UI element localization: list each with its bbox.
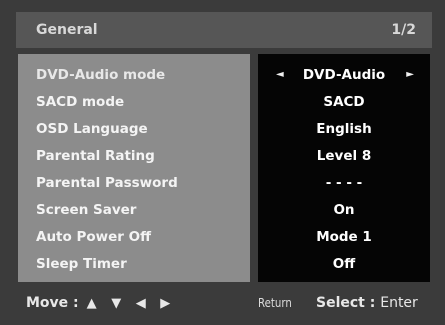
setting-value-auto-power-off[interactable]: Mode 1 xyxy=(258,223,430,250)
move-label: Move : xyxy=(26,295,79,311)
menu-header: General 1/2 xyxy=(16,12,432,48)
setting-label-sacd-mode[interactable]: SACD mode xyxy=(18,88,250,115)
select-label: Select : xyxy=(316,295,376,311)
select-hint: Select : Enter xyxy=(316,295,418,311)
left-arrow-icon[interactable]: ◄ xyxy=(276,69,284,80)
setting-value-screen-saver[interactable]: On xyxy=(258,196,430,223)
menu-title: General xyxy=(36,22,98,38)
settings-labels-panel: DVD-Audio mode SACD mode OSD Language Pa… xyxy=(18,54,250,282)
page-indicator: 1/2 xyxy=(391,22,416,38)
setting-value-osd-language[interactable]: English xyxy=(258,115,430,142)
setting-value-sleep-timer[interactable]: Off xyxy=(258,250,430,277)
left-arrow-icon: ◀ xyxy=(135,295,146,311)
setting-label-sleep-timer[interactable]: Sleep Timer xyxy=(18,250,250,277)
settings-screen: General 1/2 DVD-Audio mode SACD mode OSD… xyxy=(0,0,445,325)
footer-help-bar: Move : ▲ ▼ ◀ ▶ Return Select : Enter xyxy=(0,288,445,318)
setting-value-parental-rating[interactable]: Level 8 xyxy=(258,142,430,169)
move-hint: Move : ▲ ▼ ◀ ▶ xyxy=(26,295,180,311)
enter-label: Enter xyxy=(380,295,418,311)
nav-arrows: ▲ ▼ ◀ ▶ xyxy=(87,296,181,311)
settings-values-panel: ◄ DVD-Audio ► SACD English Level 8 - - -… xyxy=(258,54,430,282)
setting-label-parental-rating[interactable]: Parental Rating xyxy=(18,142,250,169)
setting-label-auto-power-off[interactable]: Auto Power Off xyxy=(18,223,250,250)
return-hint: Return xyxy=(258,296,292,310)
setting-label-screen-saver[interactable]: Screen Saver xyxy=(18,196,250,223)
setting-label-dvd-audio-mode[interactable]: DVD-Audio mode xyxy=(18,61,250,88)
right-arrow-icon: ▶ xyxy=(160,295,171,311)
setting-value-sacd-mode[interactable]: SACD xyxy=(258,88,430,115)
right-arrow-icon[interactable]: ► xyxy=(406,69,414,80)
setting-label-osd-language[interactable]: OSD Language xyxy=(18,115,250,142)
setting-value-parental-password[interactable]: - - - - xyxy=(258,169,430,196)
setting-label-parental-password[interactable]: Parental Password xyxy=(18,169,250,196)
up-arrow-icon: ▲ xyxy=(86,295,97,311)
setting-value-dvd-audio-mode[interactable]: ◄ DVD-Audio ► xyxy=(258,61,430,88)
down-arrow-icon: ▼ xyxy=(111,295,122,311)
setting-value-text: DVD-Audio xyxy=(302,66,386,83)
